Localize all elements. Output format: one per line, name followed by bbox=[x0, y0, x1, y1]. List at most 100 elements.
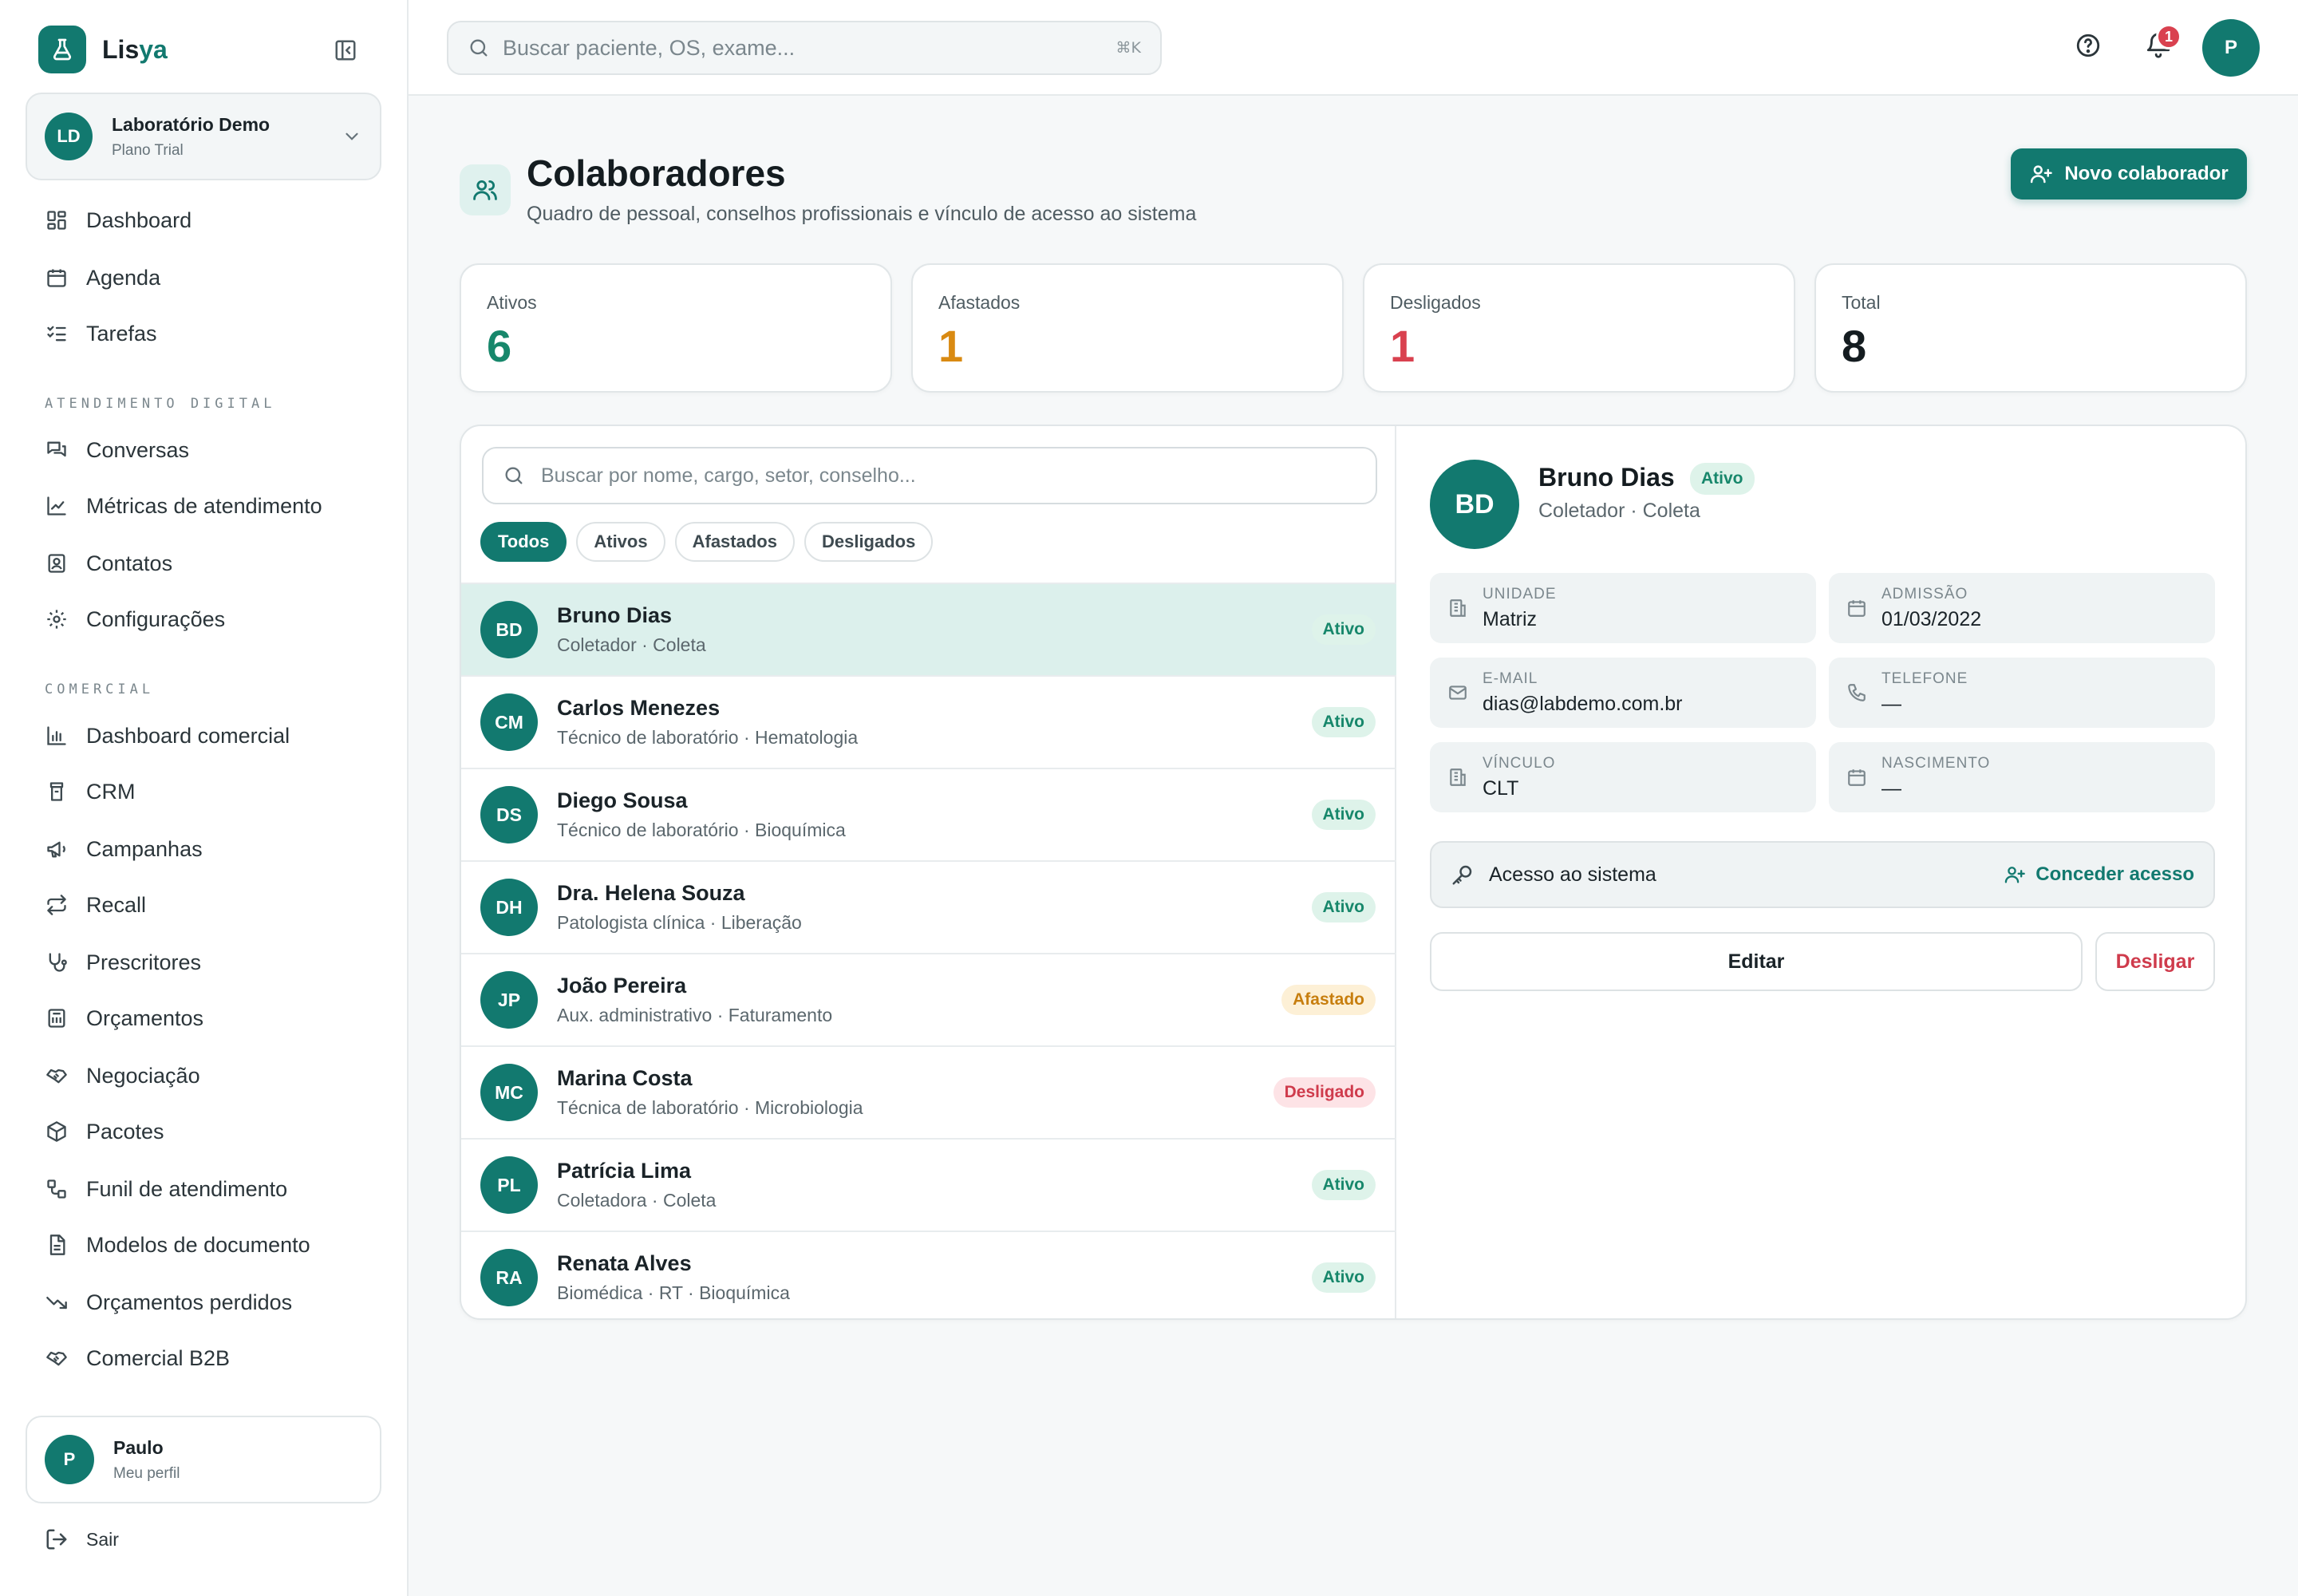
search-icon bbox=[468, 37, 490, 59]
nav-dashboard[interactable]: Dashboard bbox=[45, 203, 192, 238]
collaborator-rows: BD Bruno Dias Coletador · Coleta Ativo C… bbox=[461, 583, 1396, 1318]
table-row[interactable]: DS Diego Sousa Técnico de laboratório · … bbox=[461, 768, 1396, 860]
table-row[interactable]: PL Patrícia Lima Coletadora · Coleta Ati… bbox=[461, 1138, 1396, 1231]
row-role: Coletadora · Coleta bbox=[557, 1190, 717, 1211]
avatar: MC bbox=[480, 1064, 538, 1121]
nav-orcamentos-perdidos[interactable]: Orçamentos perdidos bbox=[45, 1285, 292, 1320]
nav-crm[interactable]: CRM bbox=[45, 774, 136, 809]
detail-avatar: BD bbox=[1430, 460, 1519, 549]
brand[interactable]: Lisya bbox=[38, 26, 168, 73]
nav-configuracoes[interactable]: Configurações bbox=[45, 602, 225, 637]
handshake-icon bbox=[45, 1346, 69, 1370]
table-row[interactable]: RA Renata Alves Biomédica · RT · Bioquím… bbox=[461, 1231, 1396, 1318]
table-row[interactable]: BD Bruno Dias Coletador · Coleta Ativo bbox=[461, 583, 1396, 675]
help-icon[interactable] bbox=[2075, 32, 2102, 59]
nav-contatos[interactable]: Contatos bbox=[45, 546, 172, 581]
table-row[interactable]: CM Carlos Menezes Técnico de laboratório… bbox=[461, 675, 1396, 768]
filter-ativos[interactable]: Ativos bbox=[576, 522, 665, 562]
org-avatar: LD bbox=[45, 113, 93, 160]
status-badge: Afastado bbox=[1281, 985, 1376, 1015]
stat-card-total: Total 8 bbox=[1814, 263, 2247, 393]
stat-card-afastados: Afastados 1 bbox=[911, 263, 1344, 393]
row-role: Técnico de laboratório · Hematologia bbox=[557, 727, 859, 748]
sidebar: Lisya LD Laboratório Demo Plano Trial Da… bbox=[0, 0, 409, 1596]
shortcut-hint: ⌘K bbox=[1115, 39, 1141, 57]
phone-icon bbox=[1845, 682, 1869, 703]
global-search[interactable]: ⌘K bbox=[447, 21, 1162, 75]
status-badge: Ativo bbox=[1311, 800, 1376, 830]
nav-conversas[interactable]: Conversas bbox=[45, 433, 189, 468]
gear-icon bbox=[45, 607, 69, 631]
line-chart-icon bbox=[45, 494, 69, 518]
nav-modelos-documento[interactable]: Modelos de documento bbox=[45, 1227, 310, 1262]
global-search-input[interactable] bbox=[503, 35, 1061, 61]
profile-card[interactable]: P Paulo Meu perfil bbox=[26, 1416, 381, 1503]
status-badge: Ativo bbox=[1311, 707, 1376, 737]
nav-negociacao[interactable]: Negociação bbox=[45, 1058, 200, 1093]
status-badge: Ativo bbox=[1311, 1170, 1376, 1200]
detail-name: Bruno Dias bbox=[1538, 463, 1675, 492]
building-icon bbox=[1446, 598, 1470, 618]
table-row[interactable]: MC Marina Costa Técnica de laboratório ·… bbox=[461, 1045, 1396, 1138]
calendar-icon bbox=[45, 266, 69, 290]
user-avatar[interactable]: P bbox=[2202, 19, 2260, 77]
field-vinculo: VÍNCULO CLT bbox=[1430, 742, 1816, 812]
nav-dashboard-comercial[interactable]: Dashboard comercial bbox=[45, 718, 290, 753]
list-search-input[interactable] bbox=[541, 464, 1339, 488]
nav-orcamentos[interactable]: Orçamentos bbox=[45, 1001, 203, 1036]
notification-badge: 1 bbox=[2156, 24, 2182, 49]
status-badge: Ativo bbox=[1311, 892, 1376, 922]
logout-button[interactable]: Sair bbox=[45, 1527, 119, 1551]
org-switcher[interactable]: LD Laboratório Demo Plano Trial bbox=[26, 93, 381, 180]
nav-campanhas[interactable]: Campanhas bbox=[45, 832, 203, 867]
nav-recall[interactable]: Recall bbox=[45, 887, 146, 922]
users-icon bbox=[460, 164, 511, 215]
nav-tarefas[interactable]: Tarefas bbox=[45, 316, 157, 351]
row-role: Técnico de laboratório · Bioquímica bbox=[557, 820, 846, 840]
new-collaborator-button[interactable]: Novo colaborador bbox=[2011, 148, 2247, 200]
grant-access-button[interactable]: Conceder acesso bbox=[2004, 863, 2194, 886]
row-name: Carlos Menezes bbox=[557, 696, 721, 720]
filter-afastados[interactable]: Afastados bbox=[674, 522, 795, 562]
stat-value: 8 bbox=[1842, 321, 1867, 371]
field-nascimento: NASCIMENTO — bbox=[1829, 742, 2215, 812]
table-row[interactable]: JP João Pereira Aux. administrativo · Fa… bbox=[461, 953, 1396, 1045]
avatar: JP bbox=[480, 971, 538, 1029]
sidebar-collapse-icon[interactable] bbox=[330, 35, 361, 65]
contact-icon bbox=[45, 551, 69, 575]
topbar: ⌘K 1 P bbox=[409, 0, 2298, 96]
stat-value: 6 bbox=[487, 321, 512, 371]
avatar: PL bbox=[480, 1156, 538, 1214]
nav-prescritores[interactable]: Prescritores bbox=[45, 945, 201, 980]
nav-funil-atendimento[interactable]: Funil de atendimento bbox=[45, 1171, 287, 1207]
calendar-icon bbox=[1845, 598, 1869, 618]
checklist-icon bbox=[45, 322, 69, 346]
row-role: Técnica de laboratório · Microbiologia bbox=[557, 1097, 863, 1118]
user-plus-icon bbox=[2029, 162, 2064, 186]
stethoscope-icon bbox=[45, 950, 69, 974]
nav-pacotes[interactable]: Pacotes bbox=[45, 1114, 164, 1149]
row-name: Renata Alves bbox=[557, 1251, 692, 1275]
edit-button[interactable]: Editar bbox=[1430, 932, 2083, 991]
stat-value: 1 bbox=[1390, 321, 1416, 371]
chat-icon bbox=[45, 438, 69, 462]
row-name: Bruno Dias bbox=[557, 603, 673, 627]
profile-avatar: P bbox=[45, 1435, 94, 1484]
field-telefone: TELEFONE — bbox=[1829, 658, 2215, 728]
field-admissao: ADMISSÃO 01/03/2022 bbox=[1829, 573, 2215, 643]
nav-comercial-b2b[interactable]: Comercial B2B bbox=[45, 1341, 230, 1376]
nav-agenda[interactable]: Agenda bbox=[45, 260, 160, 295]
chevron-down-icon bbox=[342, 126, 362, 147]
row-role: Patologista clínica · Liberação bbox=[557, 912, 802, 933]
list-search[interactable] bbox=[482, 447, 1377, 504]
stat-card-desligados: Desligados 1 bbox=[1363, 263, 1795, 393]
flask-logo-icon bbox=[38, 26, 86, 73]
row-name: Marina Costa bbox=[557, 1066, 693, 1090]
calendar-icon bbox=[1845, 767, 1869, 788]
filter-todos[interactable]: Todos bbox=[480, 522, 567, 562]
stat-card-ativos: Ativos 6 bbox=[460, 263, 892, 393]
dismiss-button[interactable]: Desligar bbox=[2095, 932, 2215, 991]
filter-desligados[interactable]: Desligados bbox=[804, 522, 934, 562]
nav-metricas-atendimento[interactable]: Métricas de atendimento bbox=[45, 488, 322, 523]
table-row[interactable]: DH Dra. Helena Souza Patologista clínica… bbox=[461, 860, 1396, 953]
